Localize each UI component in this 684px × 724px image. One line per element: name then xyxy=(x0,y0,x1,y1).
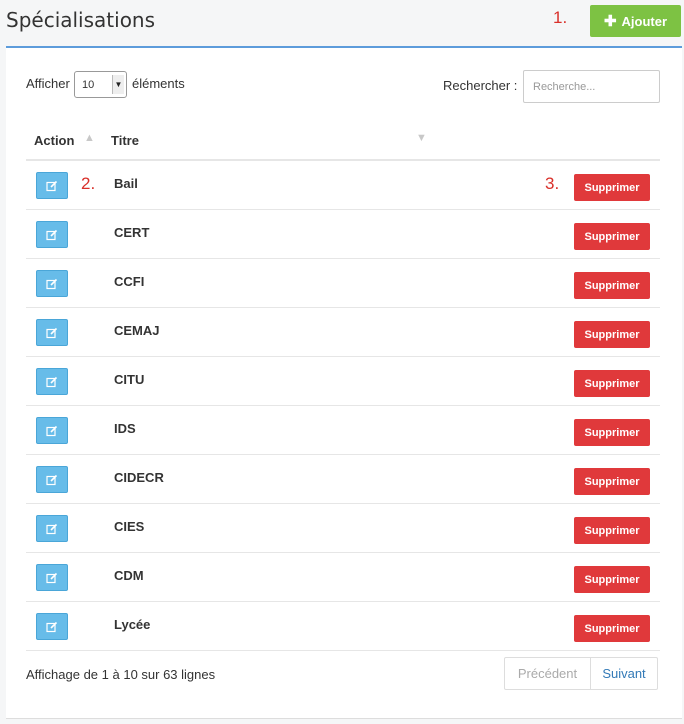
table-row: CEMAJ Supprimer xyxy=(26,308,660,357)
row-title: CITU xyxy=(114,372,145,387)
column-header-title[interactable]: Titre xyxy=(111,133,139,148)
table-row: CCFI Supprimer xyxy=(26,259,660,308)
edit-button[interactable] xyxy=(36,417,68,444)
table-row: Bail Supprimer xyxy=(26,161,660,210)
table-info: Affichage de 1 à 10 sur 63 lignes xyxy=(26,667,216,682)
edit-icon xyxy=(46,621,58,633)
row-title: CIDECR xyxy=(114,470,164,485)
pagination-previous[interactable]: Précédent xyxy=(505,658,591,689)
edit-button[interactable] xyxy=(36,613,68,640)
row-title: CIES xyxy=(114,519,145,534)
add-button[interactable]: ✚ Ajouter xyxy=(590,5,681,37)
edit-icon xyxy=(46,278,58,290)
pagination: Précédent Suivant xyxy=(504,657,658,690)
table-row: CERT Supprimer xyxy=(26,210,660,259)
page-length-select[interactable]: 10 ▼ xyxy=(74,71,127,98)
edit-button[interactable] xyxy=(36,221,68,248)
page-title: Spécialisations xyxy=(6,8,156,32)
table-row: CITU Supprimer xyxy=(26,357,660,406)
add-button-label: Ajouter xyxy=(621,13,668,29)
row-title: CDM xyxy=(114,568,144,583)
annotation-1: 1. xyxy=(553,8,568,27)
row-title: CCFI xyxy=(114,274,145,289)
table-row: CIDECR Supprimer xyxy=(26,455,660,504)
delete-button[interactable]: Supprimer xyxy=(574,419,650,446)
edit-icon xyxy=(46,523,58,535)
row-title: CEMAJ xyxy=(114,323,160,338)
delete-button[interactable]: Supprimer xyxy=(574,272,650,299)
row-title: IDS xyxy=(114,421,136,436)
row-title: Lycée xyxy=(114,617,151,632)
edit-icon xyxy=(46,572,58,584)
elements-label: éléments xyxy=(132,76,185,91)
search-input[interactable] xyxy=(523,70,660,103)
delete-button[interactable]: Supprimer xyxy=(574,174,650,201)
edit-icon xyxy=(46,229,58,241)
table-row: CIES Supprimer xyxy=(26,504,660,553)
plus-icon: ✚ xyxy=(603,12,617,30)
edit-button[interactable] xyxy=(36,368,68,395)
delete-button[interactable]: Supprimer xyxy=(574,468,650,495)
sort-asc-icon[interactable]: ▲ xyxy=(84,132,95,144)
delete-button[interactable]: Supprimer xyxy=(574,615,650,642)
edit-button[interactable] xyxy=(36,515,68,542)
edit-button[interactable] xyxy=(36,319,68,346)
edit-button[interactable] xyxy=(36,466,68,493)
delete-button[interactable]: Supprimer xyxy=(574,517,650,544)
table-row: Lycée Supprimer xyxy=(26,602,660,651)
edit-button[interactable] xyxy=(36,270,68,297)
delete-button[interactable]: Supprimer xyxy=(574,321,650,348)
show-label: Afficher xyxy=(26,76,70,91)
column-header-action[interactable]: Action xyxy=(34,133,74,148)
edit-button[interactable] xyxy=(36,172,68,199)
select-arrow-icon: ▼ xyxy=(112,75,124,94)
edit-icon xyxy=(46,327,58,339)
row-title: Bail xyxy=(114,176,138,191)
page-header: Spécialisations 1. ✚ Ajouter xyxy=(0,0,684,46)
annotation-2: 2. xyxy=(81,174,96,193)
table-row: CDM Supprimer xyxy=(26,553,660,602)
edit-icon xyxy=(46,425,58,437)
search-label: Rechercher : xyxy=(443,78,518,93)
sort-desc-icon[interactable]: ▼ xyxy=(416,132,427,144)
edit-icon xyxy=(46,474,58,486)
row-title: CERT xyxy=(114,225,150,240)
annotation-3: 3. xyxy=(545,174,560,193)
edit-icon xyxy=(46,180,58,192)
table-row: IDS Supprimer xyxy=(26,406,660,455)
delete-button[interactable]: Supprimer xyxy=(574,566,650,593)
delete-button[interactable]: Supprimer xyxy=(574,370,650,397)
table-panel: Afficher 10 ▼ éléments Rechercher : Acti… xyxy=(6,48,682,719)
delete-button[interactable]: Supprimer xyxy=(574,223,650,250)
page-length-value: 10 xyxy=(82,78,95,91)
edit-icon xyxy=(46,376,58,388)
pagination-next[interactable]: Suivant xyxy=(591,658,657,689)
edit-button[interactable] xyxy=(36,564,68,591)
